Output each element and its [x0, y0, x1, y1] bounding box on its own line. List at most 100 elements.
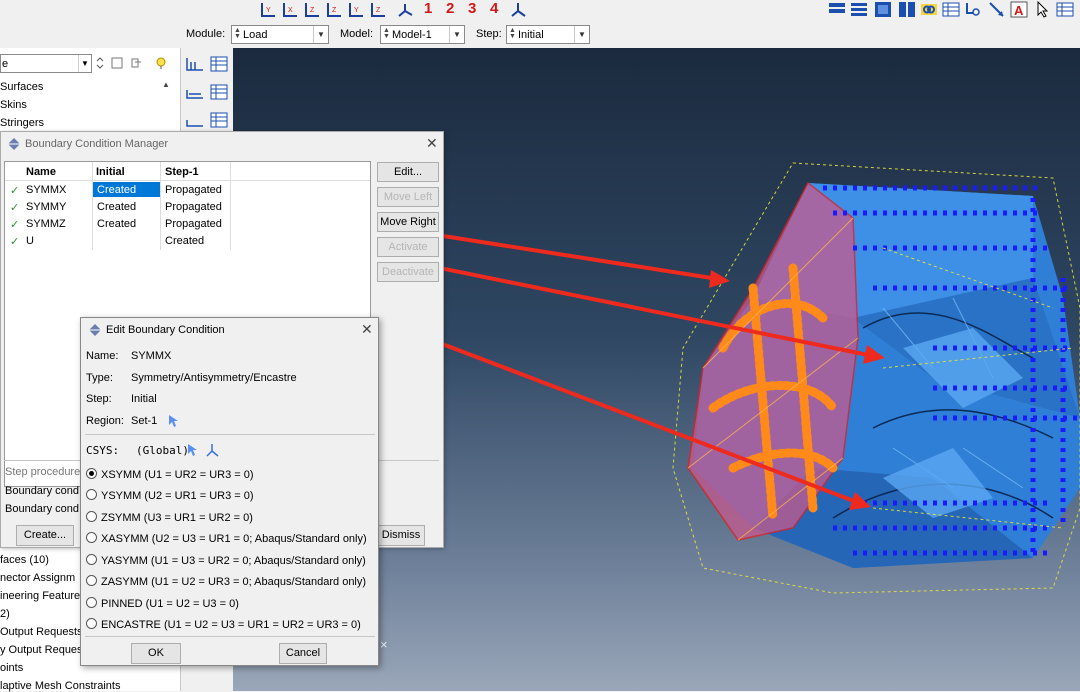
active-check-icon: ✓	[10, 219, 20, 231]
table-cell[interactable]: Propagated	[165, 184, 222, 196]
view-yx-icon[interactable]: X	[282, 1, 299, 18]
tree-item[interactable]: laptive Mesh Constraints	[0, 680, 120, 692]
tree-item[interactable]: faces (10)	[0, 554, 49, 566]
view-xy-icon[interactable]: Y	[260, 1, 277, 18]
tree-filter-select[interactable]: e ▼	[0, 54, 92, 73]
render-edges-icon[interactable]	[898, 1, 916, 18]
top-toolbar: Y X Z Z Y Z 1 2 3 4 A	[0, 0, 1080, 22]
view-1-button[interactable]: 1	[424, 0, 432, 17]
deactivate-button[interactable]: Deactivate	[377, 262, 439, 282]
radio-ysymm[interactable]: YSYMM (U2 = UR1 = UR3 = 0)	[86, 489, 254, 502]
close-icon[interactable]: ✕	[426, 135, 438, 152]
tree-item[interactable]: y Output Reques	[0, 644, 83, 656]
view-2-button[interactable]: 2	[446, 0, 454, 17]
module-select[interactable]: ▲ ▼ Load ▼	[231, 25, 329, 44]
close-icon[interactable]: ×	[380, 637, 388, 652]
radio-button[interactable]	[86, 618, 97, 629]
model-select[interactable]: ▲ ▼ Model-1 ▼	[380, 25, 465, 44]
iso-view-icon[interactable]	[397, 1, 414, 18]
chevron-down-icon[interactable]: ▼	[574, 26, 589, 43]
table-cell[interactable]: U	[26, 235, 34, 247]
text-annotation-icon[interactable]: A	[1010, 1, 1028, 18]
table-cell[interactable]: Propagated	[165, 201, 222, 213]
tree-tools-icon[interactable]	[95, 56, 175, 70]
tree-item[interactable]: nector Assignm	[0, 572, 75, 584]
edit-button[interactable]: Edit...	[377, 162, 439, 182]
field-manager-icon[interactable]	[185, 112, 229, 128]
link-icon[interactable]	[920, 1, 938, 18]
model-value: Model-1	[392, 29, 432, 41]
move-right-button[interactable]: Move Right	[377, 212, 439, 232]
view-zx-icon[interactable]: Z	[326, 1, 343, 18]
table-cell-selected[interactable]: Created	[93, 182, 160, 197]
tree-item[interactable]: oints	[0, 662, 23, 674]
radio-button[interactable]	[86, 532, 97, 543]
radio-zsymm[interactable]: ZSYMM (U3 = UR1 = UR2 = 0)	[86, 511, 253, 524]
step-select[interactable]: ▲ ▼ Initial ▼	[506, 25, 590, 44]
select-region-arrow-icon[interactable]	[167, 414, 179, 428]
select-csys-arrow-icon[interactable]	[186, 443, 198, 457]
tree-item[interactable]: Stringers	[0, 117, 44, 129]
table-cell[interactable]: SYMMY	[26, 201, 66, 213]
table-cell[interactable]: Propagated	[165, 218, 222, 230]
dismiss-button[interactable]: Dismiss	[377, 525, 425, 546]
column-header[interactable]: Step-1	[165, 166, 199, 178]
render-hidden-icon[interactable]	[850, 1, 868, 18]
activate-button[interactable]: Activate	[377, 237, 439, 257]
chevron-down-icon[interactable]: ▼	[449, 26, 464, 43]
chevron-down-icon[interactable]: ▼	[313, 26, 328, 43]
table-cell[interactable]: SYMMZ	[26, 218, 66, 230]
radio-yasymm[interactable]: YASYMM (U1 = U3 = UR2 = 0; Abaqus/Standa…	[86, 554, 366, 567]
tree-item[interactable]: Output Requests	[0, 626, 83, 638]
table-cell[interactable]: Created	[165, 235, 204, 247]
triad-icon[interactable]	[510, 1, 527, 18]
radio-encastre[interactable]: ENCASTRE (U1 = U2 = U3 = UR1 = UR2 = UR3…	[86, 618, 361, 631]
view-zy-icon[interactable]: Z	[304, 1, 321, 18]
svg-text:Y: Y	[354, 7, 359, 14]
radio-xasymm[interactable]: XASYMM (U2 = U3 = UR1 = 0; Abaqus/Standa…	[86, 532, 367, 545]
radio-button[interactable]	[86, 554, 97, 565]
chevron-down-icon[interactable]: ▼	[78, 55, 91, 72]
radio-xsymm[interactable]: XSYMM (U1 = UR2 = UR3 = 0)	[86, 468, 254, 481]
column-header[interactable]: Initial	[96, 166, 125, 178]
create-csys-icon[interactable]	[205, 443, 219, 457]
tree-item[interactable]: 2)	[0, 608, 10, 620]
render-wire-icon[interactable]	[828, 1, 846, 18]
arrow-annotation-icon[interactable]	[988, 1, 1006, 18]
svg-text:Z: Z	[310, 7, 315, 14]
radio-pinned[interactable]: PINNED (U1 = U2 = U3 = 0)	[86, 597, 239, 610]
radio-zasymm[interactable]: ZASYMM (U1 = U2 = UR3 = 0; Abaqus/Standa…	[86, 575, 366, 588]
view-yz-icon[interactable]: Z	[370, 1, 387, 18]
view-xz-icon[interactable]: Y	[348, 1, 365, 18]
view-3-button[interactable]: 3	[468, 0, 476, 17]
column-header[interactable]: Name	[26, 166, 56, 178]
radio-button[interactable]	[86, 597, 97, 608]
bc-manager-icon[interactable]	[185, 84, 229, 100]
name-value: SYMMX	[131, 350, 172, 362]
view-4-button[interactable]: 4	[490, 0, 498, 17]
options-table-icon[interactable]	[1056, 1, 1074, 18]
radio-button[interactable]	[86, 511, 97, 522]
render-shaded-icon[interactable]	[874, 1, 892, 18]
pointer-icon[interactable]	[1034, 1, 1052, 18]
table-cell[interactable]: Created	[97, 218, 136, 230]
table-cell[interactable]: SYMMX	[26, 184, 66, 196]
query-icon[interactable]	[964, 1, 982, 18]
scroll-up-icon[interactable]: ▲	[162, 80, 170, 89]
radio-button[interactable]	[86, 575, 97, 586]
close-icon[interactable]: ✕	[361, 321, 373, 338]
tree-item[interactable]: ineering Feature	[0, 590, 80, 602]
cancel-button[interactable]: Cancel	[279, 643, 327, 664]
load-manager-icon[interactable]	[185, 56, 229, 72]
radio-label: ZSYMM (U3 = UR1 = UR2 = 0)	[101, 512, 253, 524]
tree-item[interactable]: Surfaces	[0, 81, 43, 93]
table-cell[interactable]: Created	[97, 201, 136, 213]
tree-item[interactable]: Skins	[0, 99, 27, 111]
radio-button[interactable]	[86, 489, 97, 500]
table-icon[interactable]	[942, 1, 960, 18]
move-left-button[interactable]: Move Left	[377, 187, 439, 207]
dialog-title: Boundary Condition Manager	[25, 138, 169, 150]
ok-button[interactable]: OK	[131, 643, 181, 664]
radio-button[interactable]	[86, 468, 97, 479]
create-button[interactable]: Create...	[16, 525, 74, 546]
